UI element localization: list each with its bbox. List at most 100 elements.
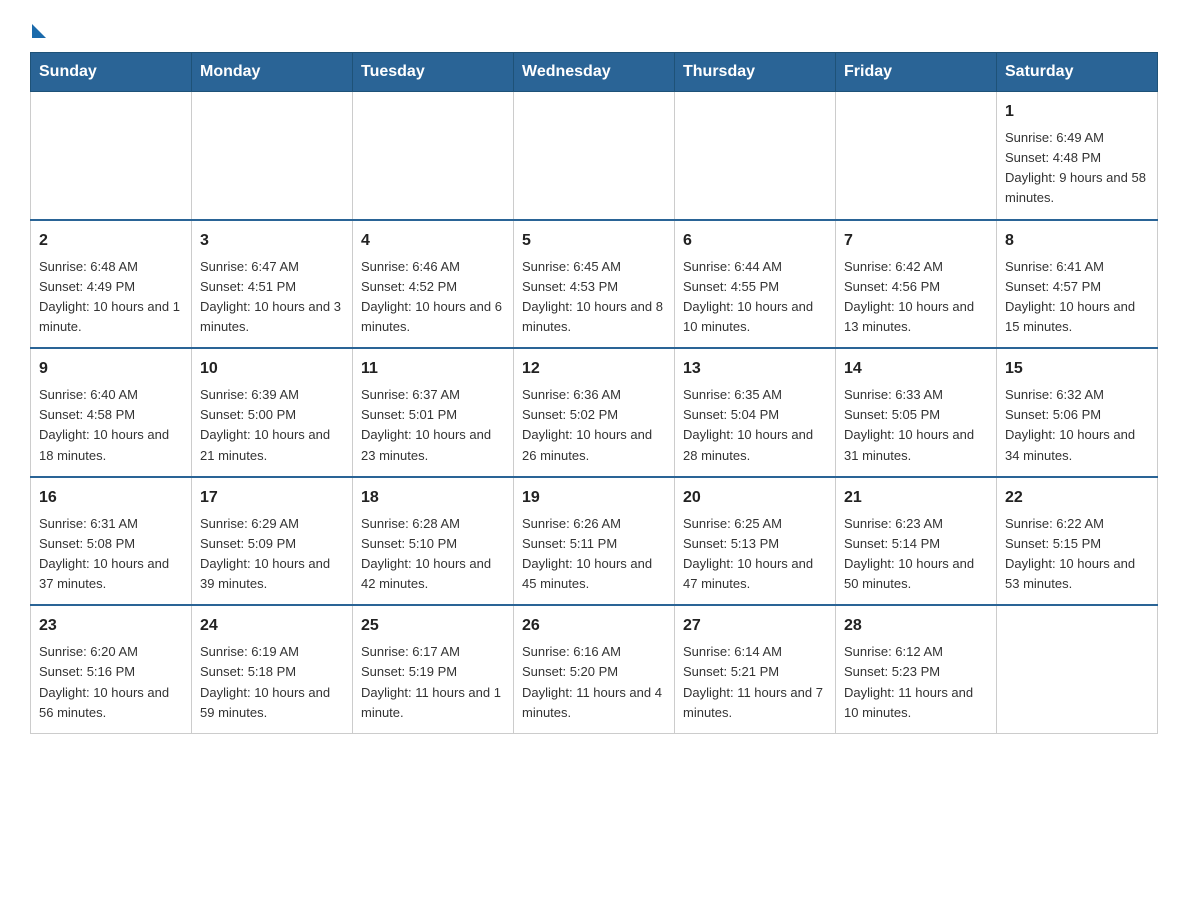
day-number: 9 <box>39 357 183 381</box>
day-header-thursday: Thursday <box>675 53 836 92</box>
calendar-cell: 26 Sunrise: 6:16 AMSunset: 5:20 PMDayligh… <box>514 605 675 733</box>
calendar-body: 1 Sunrise: 6:49 AMSunset: 4:48 PMDaylight… <box>31 92 1158 734</box>
day-info: Sunrise: 6:42 AMSunset: 4:56 PMDaylight:… <box>844 257 988 338</box>
day-info: Sunrise: 6:22 AMSunset: 5:15 PMDaylight:… <box>1005 514 1149 595</box>
day-number: 11 <box>361 357 505 381</box>
calendar-week-2: 2 Sunrise: 6:48 AMSunset: 4:49 PMDaylight… <box>31 220 1158 349</box>
day-number: 10 <box>200 357 344 381</box>
day-header-monday: Monday <box>192 53 353 92</box>
logo-arrow-icon <box>32 24 46 38</box>
day-number: 28 <box>844 614 988 638</box>
day-number: 25 <box>361 614 505 638</box>
day-number: 14 <box>844 357 988 381</box>
calendar-cell: 12 Sunrise: 6:36 AMSunset: 5:02 PMDayligh… <box>514 348 675 477</box>
calendar-cell <box>31 92 192 220</box>
day-number: 27 <box>683 614 827 638</box>
day-info: Sunrise: 6:47 AMSunset: 4:51 PMDaylight:… <box>200 257 344 338</box>
day-number: 15 <box>1005 357 1149 381</box>
day-number: 2 <box>39 229 183 253</box>
day-info: Sunrise: 6:25 AMSunset: 5:13 PMDaylight:… <box>683 514 827 595</box>
day-info: Sunrise: 6:46 AMSunset: 4:52 PMDaylight:… <box>361 257 505 338</box>
calendar-cell: 17 Sunrise: 6:29 AMSunset: 5:09 PMDayligh… <box>192 477 353 606</box>
day-info: Sunrise: 6:29 AMSunset: 5:09 PMDaylight:… <box>200 514 344 595</box>
day-number: 6 <box>683 229 827 253</box>
calendar-cell: 23 Sunrise: 6:20 AMSunset: 5:16 PMDayligh… <box>31 605 192 733</box>
day-number: 21 <box>844 486 988 510</box>
calendar-cell: 21 Sunrise: 6:23 AMSunset: 5:14 PMDayligh… <box>836 477 997 606</box>
calendar-cell <box>353 92 514 220</box>
day-number: 20 <box>683 486 827 510</box>
calendar-cell: 27Sunrise: 6:14 AMSunset: 5:21 PMDayligh… <box>675 605 836 733</box>
day-number: 3 <box>200 229 344 253</box>
day-info: Sunrise: 6:28 AMSunset: 5:10 PMDaylight:… <box>361 514 505 595</box>
calendar-cell: 3 Sunrise: 6:47 AMSunset: 4:51 PMDaylight… <box>192 220 353 349</box>
day-info: Sunrise: 6:20 AMSunset: 5:16 PMDaylight:… <box>39 642 183 723</box>
calendar-cell <box>514 92 675 220</box>
day-number: 7 <box>844 229 988 253</box>
day-info: Sunrise: 6:45 AMSunset: 4:53 PMDaylight:… <box>522 257 666 338</box>
calendar-cell: 6 Sunrise: 6:44 AMSunset: 4:55 PMDaylight… <box>675 220 836 349</box>
calendar-cell: 22 Sunrise: 6:22 AMSunset: 5:15 PMDayligh… <box>997 477 1158 606</box>
day-header-tuesday: Tuesday <box>353 53 514 92</box>
day-info: Sunrise: 6:40 AMSunset: 4:58 PMDaylight:… <box>39 385 183 466</box>
calendar-cell: 1 Sunrise: 6:49 AMSunset: 4:48 PMDaylight… <box>997 92 1158 220</box>
day-info: Sunrise: 6:41 AMSunset: 4:57 PMDaylight:… <box>1005 257 1149 338</box>
day-number: 8 <box>1005 229 1149 253</box>
day-info: Sunrise: 6:16 AMSunset: 5:20 PMDaylight:… <box>522 642 666 723</box>
day-number: 22 <box>1005 486 1149 510</box>
day-info: Sunrise: 6:49 AMSunset: 4:48 PMDaylight:… <box>1005 128 1149 209</box>
calendar-cell <box>675 92 836 220</box>
day-number: 12 <box>522 357 666 381</box>
calendar-cell: 18Sunrise: 6:28 AMSunset: 5:10 PMDayligh… <box>353 477 514 606</box>
calendar-cell: 5 Sunrise: 6:45 AMSunset: 4:53 PMDaylight… <box>514 220 675 349</box>
calendar-cell: 14 Sunrise: 6:33 AMSunset: 5:05 PMDayligh… <box>836 348 997 477</box>
day-number: 19 <box>522 486 666 510</box>
day-number: 17 <box>200 486 344 510</box>
calendar-table: SundayMondayTuesdayWednesdayThursdayFrid… <box>30 52 1158 734</box>
header-row: SundayMondayTuesdayWednesdayThursdayFrid… <box>31 53 1158 92</box>
day-number: 1 <box>1005 100 1149 124</box>
day-number: 16 <box>39 486 183 510</box>
calendar-cell: 19 Sunrise: 6:26 AMSunset: 5:11 PMDayligh… <box>514 477 675 606</box>
calendar-week-4: 16 Sunrise: 6:31 AMSunset: 5:08 PMDayligh… <box>31 477 1158 606</box>
calendar-week-3: 9 Sunrise: 6:40 AMSunset: 4:58 PMDaylight… <box>31 348 1158 477</box>
day-header-friday: Friday <box>836 53 997 92</box>
calendar-cell <box>836 92 997 220</box>
day-info: Sunrise: 6:44 AMSunset: 4:55 PMDaylight:… <box>683 257 827 338</box>
calendar-cell: 13 Sunrise: 6:35 AMSunset: 5:04 PMDayligh… <box>675 348 836 477</box>
calendar-cell: 28 Sunrise: 6:12 AMSunset: 5:23 PMDayligh… <box>836 605 997 733</box>
calendar-cell: 9 Sunrise: 6:40 AMSunset: 4:58 PMDaylight… <box>31 348 192 477</box>
day-info: Sunrise: 6:48 AMSunset: 4:49 PMDaylight:… <box>39 257 183 338</box>
calendar-cell: 7 Sunrise: 6:42 AMSunset: 4:56 PMDaylight… <box>836 220 997 349</box>
calendar-cell <box>997 605 1158 733</box>
calendar-cell: 2 Sunrise: 6:48 AMSunset: 4:49 PMDaylight… <box>31 220 192 349</box>
calendar-cell: 16 Sunrise: 6:31 AMSunset: 5:08 PMDayligh… <box>31 477 192 606</box>
day-header-wednesday: Wednesday <box>514 53 675 92</box>
day-info: Sunrise: 6:33 AMSunset: 5:05 PMDaylight:… <box>844 385 988 466</box>
calendar-cell: 10 Sunrise: 6:39 AMSunset: 5:00 PMDayligh… <box>192 348 353 477</box>
calendar-header: SundayMondayTuesdayWednesdayThursdayFrid… <box>31 53 1158 92</box>
day-number: 5 <box>522 229 666 253</box>
day-info: Sunrise: 6:36 AMSunset: 5:02 PMDaylight:… <box>522 385 666 466</box>
day-number: 26 <box>522 614 666 638</box>
day-number: 13 <box>683 357 827 381</box>
day-number: 24 <box>200 614 344 638</box>
day-info: Sunrise: 6:23 AMSunset: 5:14 PMDaylight:… <box>844 514 988 595</box>
day-number: 4 <box>361 229 505 253</box>
day-header-sunday: Sunday <box>31 53 192 92</box>
calendar-cell: 24 Sunrise: 6:19 AMSunset: 5:18 PMDayligh… <box>192 605 353 733</box>
calendar-week-1: 1 Sunrise: 6:49 AMSunset: 4:48 PMDaylight… <box>31 92 1158 220</box>
day-number: 23 <box>39 614 183 638</box>
day-info: Sunrise: 6:19 AMSunset: 5:18 PMDaylight:… <box>200 642 344 723</box>
day-info: Sunrise: 6:12 AMSunset: 5:23 PMDaylight:… <box>844 642 988 723</box>
day-info: Sunrise: 6:39 AMSunset: 5:00 PMDaylight:… <box>200 385 344 466</box>
day-header-saturday: Saturday <box>997 53 1158 92</box>
day-info: Sunrise: 6:31 AMSunset: 5:08 PMDaylight:… <box>39 514 183 595</box>
day-info: Sunrise: 6:26 AMSunset: 5:11 PMDaylight:… <box>522 514 666 595</box>
day-info: Sunrise: 6:35 AMSunset: 5:04 PMDaylight:… <box>683 385 827 466</box>
page-header <box>30 20 1158 34</box>
day-info: Sunrise: 6:32 AMSunset: 5:06 PMDaylight:… <box>1005 385 1149 466</box>
day-info: Sunrise: 6:17 AMSunset: 5:19 PMDaylight:… <box>361 642 505 723</box>
calendar-cell <box>192 92 353 220</box>
calendar-week-5: 23 Sunrise: 6:20 AMSunset: 5:16 PMDayligh… <box>31 605 1158 733</box>
